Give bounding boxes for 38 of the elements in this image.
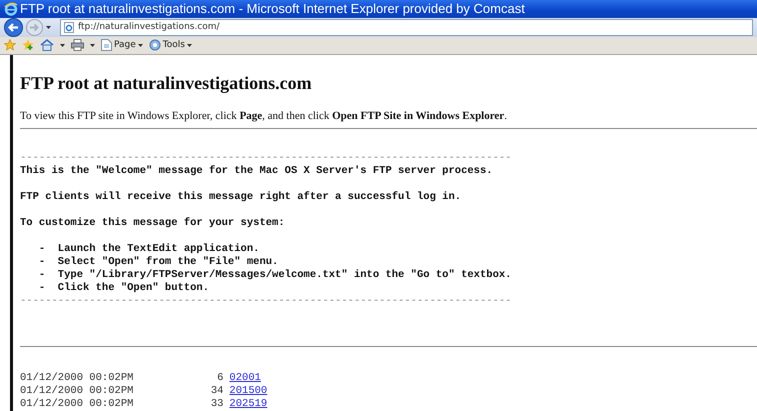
- welcome-message-line: - Launch the TextEdit application.: [38, 243, 260, 256]
- file-link[interactable]: 201500: [229, 385, 268, 398]
- file-link[interactable]: 202519: [229, 398, 268, 411]
- instruction-text: To view this FTP site in Windows Explorer, click Page, and then click Open FTP Site in Windows Explorer.: [20, 110, 508, 122]
- add-favorite-icon[interactable]: [22, 39, 34, 52]
- welcome-message-line: - Click the "Open" button.: [38, 282, 210, 295]
- caret-icon[interactable]: [90, 44, 95, 47]
- caret-icon[interactable]: [60, 44, 65, 47]
- file-date: 01/12/2000 00:02PM: [20, 385, 134, 398]
- printer-icon[interactable]: [71, 39, 84, 52]
- welcome-message-line: To customize this message for your system:: [20, 217, 286, 230]
- back-button[interactable]: [4, 18, 23, 37]
- welcome-message-line: - Select "Open" from the "File" menu.: [38, 256, 280, 269]
- toolbar-menu-button[interactable]: Tools: [148, 39, 192, 52]
- page-heading: FTP root at naturalinvestigations.com: [20, 73, 313, 94]
- home-icon[interactable]: [40, 39, 54, 52]
- dashed-separator: ------------------------------------------------------------------------------: [20, 152, 512, 165]
- welcome-message-line: - Type "/Library/FTPServer/Messages/welcome.txt" into the "Go to" textbox.: [38, 269, 512, 282]
- address-field[interactable]: ftp://naturalinvestigations.com/: [60, 18, 753, 36]
- browser-logo-icon: [4, 2, 18, 16]
- welcome-message-line: This is the "Welcome" message for the Mac OS X Server's FTP server process.: [20, 165, 494, 178]
- welcome-message-line: FTP clients will receive this message right after a successful log in.: [20, 191, 462, 204]
- gear-icon: [148, 39, 161, 52]
- star-icon[interactable]: [4, 39, 16, 52]
- caret-icon: [138, 44, 143, 47]
- caret-icon[interactable]: [46, 26, 51, 29]
- file-date: 01/12/2000 00:02PM: [20, 398, 134, 411]
- window-title: FTP root at naturalinvestigations.com - Microsoft Internet Explorer provided by Comcast: [20, 1, 525, 16]
- page-icon: [101, 39, 112, 52]
- dashed-separator: ------------------------------------------------------------------------------: [20, 295, 512, 308]
- file-size: 6: [216, 372, 224, 385]
- file-link[interactable]: 02001: [229, 372, 268, 385]
- toolbar-menu-button[interactable]: Page: [101, 39, 143, 52]
- file-size: 34: [210, 385, 224, 398]
- file-date: 01/12/2000 00:02PM: [20, 372, 134, 385]
- caret-icon: [186, 44, 192, 47]
- file-size: 33: [210, 398, 224, 411]
- page-icon: [64, 22, 74, 33]
